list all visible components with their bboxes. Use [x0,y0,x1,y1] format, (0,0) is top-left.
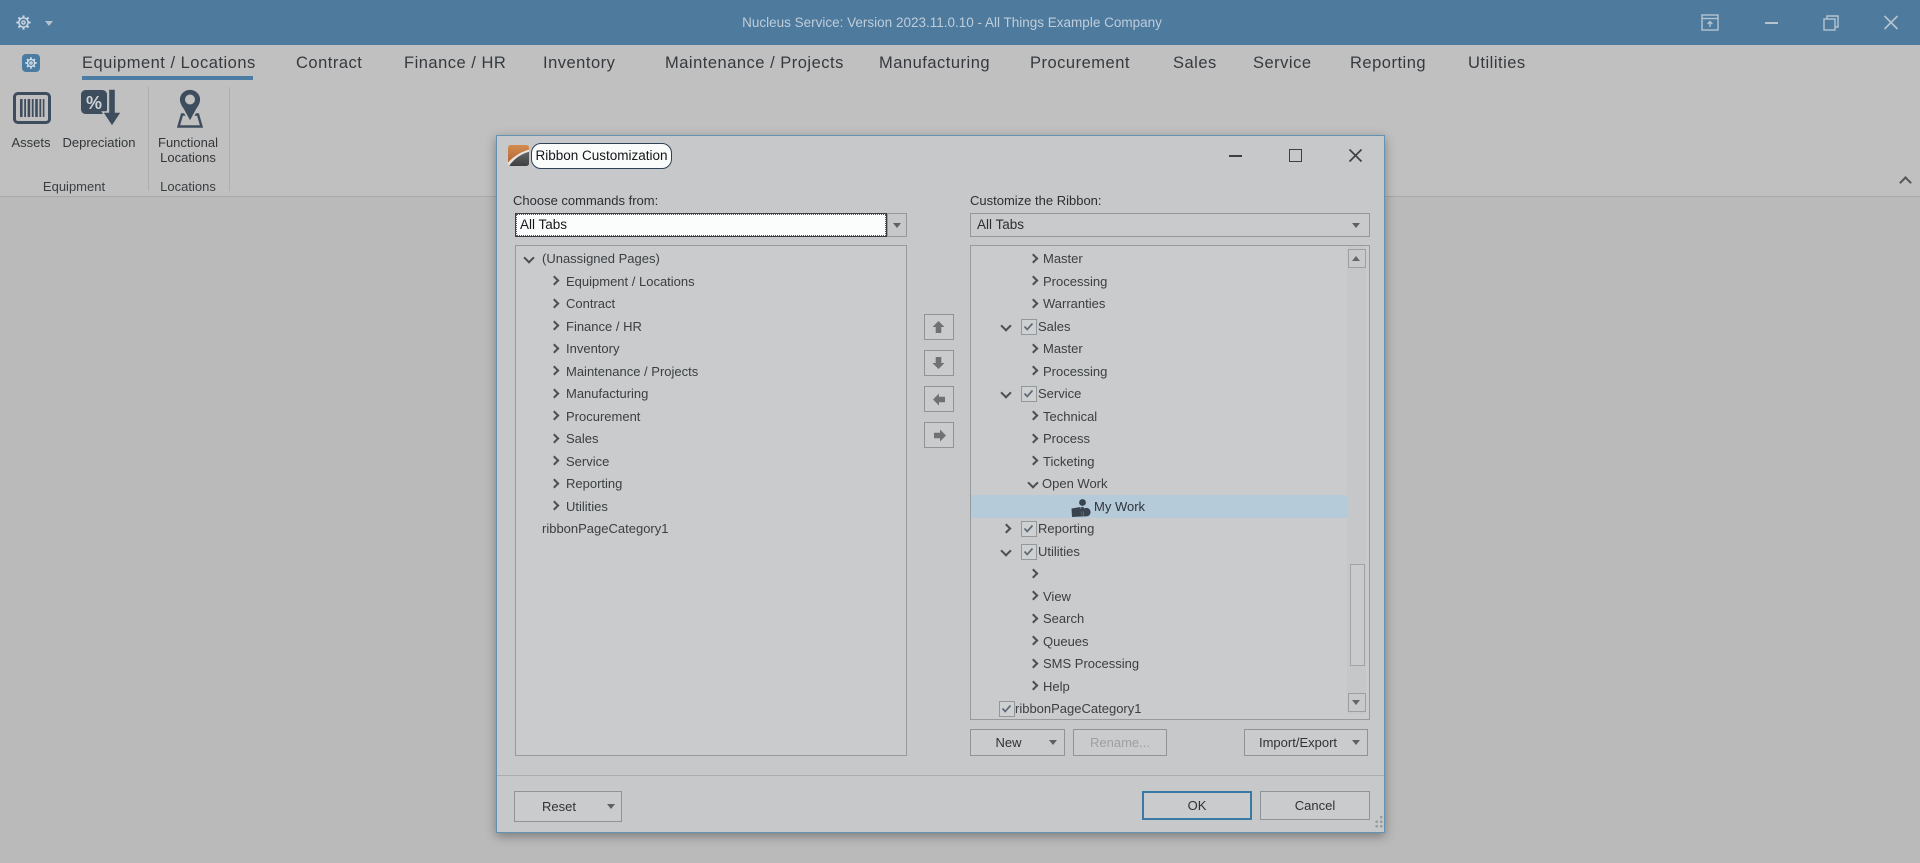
svg-text:%: % [86,93,102,113]
